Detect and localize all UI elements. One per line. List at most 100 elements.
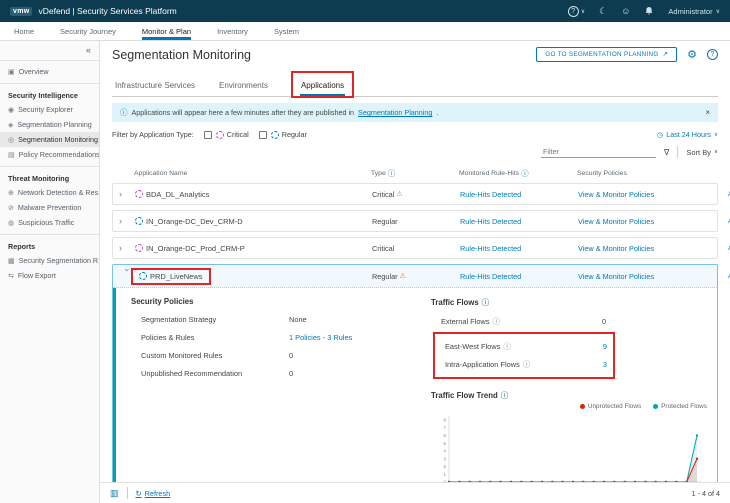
time-range-label: Last 24 Hours [666,130,711,139]
nav-item-system[interactable]: System [274,22,299,40]
rule-hits-link[interactable]: Rule-Hits Detected [460,190,578,199]
nav-item-security-journey[interactable]: Security Journey [60,22,116,40]
help-icon[interactable]: ? [707,49,718,60]
svg-text:3: 3 [443,456,446,462]
sidebar-item-malware-prevention[interactable]: ⊘ Malware Prevention [0,200,99,215]
application-name: IN_Orange-DC_Dev_CRM-D [146,217,243,226]
banner-text: Applications will appear here a few minu… [132,108,355,117]
table-row[interactable]: › BDA_DL_Analytics Critical⚠ Rule-Hits D… [112,183,718,205]
table-row-expanded-header[interactable]: › PRD_LiveNews Regular⚠ Rule-Hits Detect… [113,265,717,288]
sidebar-section-reports: Reports [0,238,99,253]
legend-dot-red [580,404,585,409]
feedback-button[interactable]: ☺ [621,6,630,16]
east-west-flows-value[interactable]: 9 [603,342,607,351]
user-name: Administrator [668,7,712,16]
rule-hits-link[interactable]: Rule-Hits Detected [460,217,578,226]
chevron-down-icon: ∨ [714,132,718,138]
divider [0,166,99,167]
expanded-accent-bar [113,288,116,482]
nav-item-home[interactable]: Home [14,22,34,40]
svg-text:6: 6 [443,433,446,439]
rule-hits-link[interactable]: Rule-Hits Detected [460,244,578,253]
regular-checkbox[interactable] [259,131,267,139]
refresh-icon: ↻ [136,489,142,498]
critical-label: Critical [227,130,249,139]
moon-icon: ☾ [599,6,607,17]
policies-rules-link[interactable]: 1 Policies - 3 Rules [289,333,352,342]
intra-application-flows-value[interactable]: 3 [603,360,607,369]
type-value: Regular [372,272,398,281]
divider [677,146,678,158]
external-flows-row: External Flowsⓘ 0 [431,316,606,327]
sidebar-item-suspicious-traffic[interactable]: ◍ Suspicious Traffic [0,215,99,230]
svg-text:8: 8 [443,418,446,424]
security-explorer-icon: ◉ [8,106,14,114]
sidebar-item-label: Suspicious Traffic [18,218,74,227]
kv-segmentation-strategy: Segmentation Strategy None [131,315,431,324]
chevron-down-icon[interactable]: › [123,268,132,284]
nav-item-monitor-plan[interactable]: Monitor & Plan [142,22,191,40]
view-monitor-policies-link[interactable]: View & Monitor Policies [578,244,728,253]
theme-toggle-button[interactable]: ☾ [599,6,607,17]
sidebar-item-overview[interactable]: ▣ Overview [0,64,99,79]
gear-icon[interactable]: ⚙ [687,48,697,61]
sidebar: « ▣ Overview Security Intelligence ◉ Sec… [0,41,100,503]
sidebar-item-security-explorer[interactable]: ◉ Security Explorer [0,102,99,117]
view-monitor-policies-link[interactable]: View & Monitor Policies [578,217,728,226]
chevron-right-icon[interactable]: › [119,244,135,253]
chevron-down-icon: ∨ [581,8,585,15]
sidebar-collapse-button[interactable]: « [86,45,91,55]
overview-icon: ▣ [8,68,15,76]
user-menu-button[interactable]: Administrator ∨ [668,7,720,16]
rule-hits-link[interactable]: Rule-Hits Detected [460,272,578,281]
tab-environments[interactable]: Environments [218,78,269,96]
table-row[interactable]: › IN_Orange-DC_Prod_CRM-P Critical Rule-… [112,237,718,259]
application-name: IN_Orange-DC_Prod_CRM-P [146,244,245,253]
top-bar: vmw vDefend | Security Services Platform… [0,0,730,22]
refresh-button[interactable]: ↻ Refresh [136,489,171,498]
sidebar-item-segmentation-planning[interactable]: ◈ Segmentation Planning [0,117,99,132]
sidebar-item-security-segmentation-report[interactable]: ▦ Security Segmentation R... [0,253,99,268]
warning-icon: ⚠ [396,190,402,198]
east-west-flows-row: East-West Flowsⓘ 9 [435,341,607,352]
sidebar-item-network-detection[interactable]: ⊕ Network Detection & Res... [0,185,99,200]
help-menu-button[interactable]: ? ∨ [568,6,585,17]
tab-infrastructure-services[interactable]: Infrastructure Services [114,78,196,96]
divider [127,487,128,499]
sort-by-button[interactable]: Sort By ∨ [686,148,718,157]
sidebar-item-segmentation-monitoring[interactable]: ◎ Segmentation Monitoring [0,132,99,147]
notifications-button[interactable] [644,6,654,16]
sidebar-item-label: Segmentation Planning [17,120,91,129]
close-icon[interactable]: × [705,108,710,117]
view-monitor-policies-link[interactable]: View & Monitor Policies [578,190,728,199]
critical-checkbox[interactable] [204,131,212,139]
traffic-flow-trend-title: Traffic Flow Trend [431,391,498,400]
segmentation-planning-link[interactable]: Segmentation Planning [358,108,432,117]
chevron-right-icon[interactable]: › [119,190,135,199]
time-range-selector[interactable]: ◷ Last 24 Hours ∨ [657,130,718,139]
filter-input[interactable] [541,146,656,158]
type-value: Critical [372,190,394,199]
nav-item-inventory[interactable]: Inventory [217,22,248,40]
critical-app-icon [135,190,143,198]
annotation-box-prd-livenews: PRD_LiveNews [131,268,211,285]
sidebar-item-policy-recommendations[interactable]: ▤ Policy Recommendations [0,147,99,162]
flow-export-icon: ⇆ [8,272,14,280]
sidebar-item-flow-export[interactable]: ⇆ Flow Export [0,268,99,283]
column-settings-icon[interactable]: ▥ [110,488,119,499]
col-type: Typeⓘ [371,168,459,179]
sidebar-item-label: Flow Export [18,271,56,280]
product-title: vDefend | Security Services Platform [38,6,176,16]
table-row[interactable]: › IN_Orange-DC_Dev_CRM-D Regular Rule-Hi… [112,210,718,232]
chevron-right-icon[interactable]: › [119,217,135,226]
chevron-down-icon: ∨ [716,8,720,15]
go-to-segmentation-planning-button[interactable]: GO TO SEGMENTATION PLANNING ↗ [536,47,677,62]
vmware-logo: vmw [10,7,32,16]
chart-legend: Unprotected Flows Protected Flows [431,403,711,410]
network-detection-icon: ⊕ [8,189,14,197]
svg-text:2: 2 [443,464,446,470]
filter-funnel-icon[interactable]: ∇ [664,148,669,157]
view-monitor-policies-link[interactable]: View & Monitor Policies [578,272,728,281]
critical-app-icon [135,244,143,252]
tab-applications[interactable]: Applications [300,78,345,96]
